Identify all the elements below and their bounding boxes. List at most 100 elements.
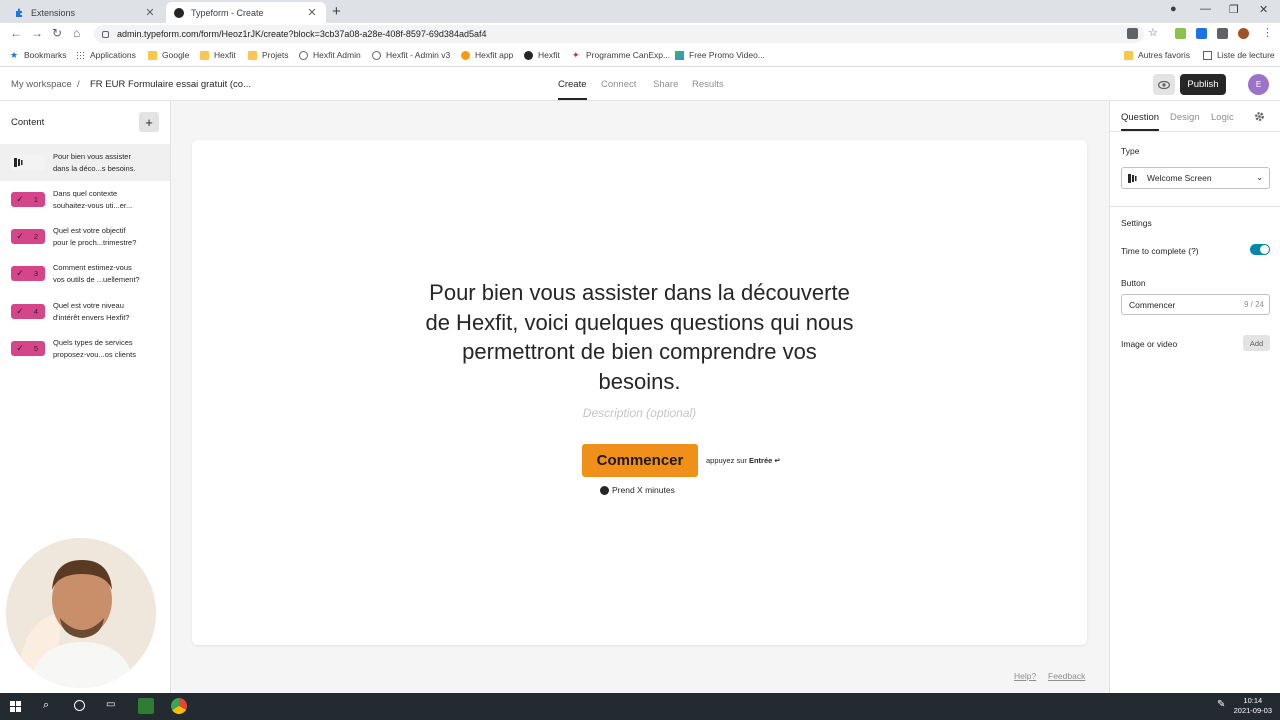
bookmark-item[interactable]: ✦ Programme CanExp... (572, 50, 670, 60)
extension-icon[interactable] (1196, 28, 1207, 39)
list-item[interactable]: ✓ 4 Quel est votre niveau d'intérêt envers… (0, 293, 170, 330)
app-icon[interactable] (138, 698, 154, 714)
divider (1110, 206, 1280, 207)
extension-icon[interactable] (1175, 28, 1186, 39)
breadcrumb-separator: / (77, 79, 80, 90)
list-item[interactable]: ✓ 1 Dans quel contexte souhaitez-vous uti.… (0, 181, 170, 218)
typeform-icon (174, 7, 184, 18)
bookmark-item[interactable]: Free Promo Video... (675, 50, 765, 60)
button-text-input[interactable]: Commencer 9 / 24 (1121, 294, 1270, 315)
reading-list-icon (1203, 50, 1212, 60)
checkmark-icon: ✓ (16, 194, 24, 204)
tab-share[interactable]: Share (653, 79, 678, 90)
list-item-text: Quels types de services proposez-vou...os… (53, 338, 136, 359)
puzzle-icon[interactable] (1217, 28, 1228, 39)
question-badge: ✓ 3 (11, 266, 45, 281)
type-value: Welcome Screen (1147, 173, 1212, 183)
address-bar[interactable]: admin.typeform.com/form/Heoz1rJK/create?… (94, 25, 1144, 43)
checkmark-icon: ✓ (16, 231, 24, 241)
add-media-button[interactable]: Add (1243, 335, 1270, 351)
welcome-title[interactable]: Pour bien vous assister dans la découver… (391, 278, 888, 396)
tab-title: Typeform - Create (191, 7, 264, 18)
more-icon[interactable]: ⋮ (1262, 26, 1273, 39)
minimize-button[interactable]: — (1200, 3, 1211, 15)
bookmark-item[interactable]: Hexfit app (461, 50, 513, 60)
task-view-icon[interactable]: ▭ (106, 699, 115, 710)
folder-icon (148, 50, 157, 60)
bookmark-item[interactable]: Applications (76, 50, 136, 60)
new-tab-button[interactable]: + (332, 3, 341, 20)
forward-icon[interactable]: → (31, 26, 43, 40)
bookmark-item[interactable]: Google (148, 50, 189, 60)
list-item-text: Quel est votre objectif pour le proch...t… (53, 226, 137, 247)
profile-avatar[interactable] (1238, 28, 1249, 39)
tab-question[interactable]: Question (1121, 112, 1160, 131)
folder-icon (248, 50, 257, 60)
tab-logic[interactable]: Logic (1211, 112, 1234, 123)
type-select[interactable]: Welcome Screen ⌄ (1121, 167, 1270, 189)
bookmark-item[interactable]: Hexfit (524, 50, 560, 60)
feedback-link[interactable]: Feedback (1048, 671, 1085, 681)
pen-icon[interactable]: ✎ (1217, 699, 1225, 710)
reading-list[interactable]: Liste de lecture (1203, 50, 1275, 60)
system-clock[interactable]: 10:14 2021-09-03 (1234, 696, 1272, 716)
description-placeholder[interactable]: Description (optional) (192, 406, 1087, 420)
help-link[interactable]: Help? (1014, 671, 1036, 681)
list-item-welcome[interactable]: Pour bien vous assister dans la déco...s… (0, 144, 170, 181)
star-icon[interactable]: ☆ (1148, 26, 1158, 39)
search-icon[interactable]: ⌕ (43, 699, 49, 712)
tab-connect[interactable]: Connect (601, 79, 636, 90)
reload-icon[interactable]: ↻ (52, 26, 62, 40)
bookmark-item[interactable]: Hexfit Admin (299, 50, 361, 60)
windows-start-icon[interactable] (10, 701, 21, 712)
list-item[interactable]: ✓ 2 Quel est votre objectif pour le proch.… (0, 218, 170, 255)
bookmark-item[interactable]: Hexfit - Admin v3 (372, 50, 450, 60)
gear-icon[interactable] (1254, 111, 1265, 122)
divider (1110, 131, 1280, 132)
camera-icon[interactable] (1127, 28, 1138, 39)
cortana-icon[interactable] (74, 700, 85, 711)
bookmark-other[interactable]: Autres favoris (1124, 50, 1190, 60)
keyboard-hint: appuyez sur Entrée ↵ (706, 456, 781, 465)
time-to-complete-toggle[interactable] (1250, 244, 1270, 255)
add-block-button[interactable]: + (139, 112, 159, 132)
welcome-screen-badge (11, 155, 45, 170)
bookmark-item[interactable]: ★ Bookmarks (10, 50, 67, 60)
start-button[interactable]: Commencer (582, 444, 698, 477)
list-item[interactable]: ✓ 3 Comment estimez-vous vos outils de ...… (0, 255, 170, 292)
tab-create[interactable]: Create (558, 79, 587, 100)
tab-design[interactable]: Design (1170, 112, 1200, 123)
form-name[interactable]: FR EUR Formulaire essai gratuit (co... (90, 79, 251, 90)
preview-button[interactable] (1153, 74, 1175, 95)
list-item-text: Dans quel contexte souhaitez-vous uti...e… (53, 189, 133, 210)
bookmark-item[interactable]: Projets (248, 50, 288, 60)
bookmark-item[interactable]: Hexfit (200, 50, 236, 60)
welcome-screen-card[interactable]: Pour bien vous assister dans la découver… (192, 140, 1087, 645)
close-icon[interactable]: ✕ (306, 6, 318, 19)
clock-icon (600, 485, 609, 495)
close-window-button[interactable]: ✕ (1259, 3, 1268, 16)
back-icon[interactable]: ← (10, 26, 22, 40)
settings-label: Settings (1121, 218, 1152, 228)
home-icon[interactable]: ⌂ (73, 26, 80, 40)
tab-results[interactable]: Results (692, 79, 724, 90)
breadcrumb-workspace[interactable]: My workspace (11, 79, 72, 90)
tab-typeform-create[interactable]: Typeform - Create ✕ (166, 2, 326, 23)
question-badge: ✓ 2 (11, 229, 45, 244)
close-icon[interactable]: ✕ (144, 6, 156, 19)
button-label: Button (1121, 278, 1146, 288)
tab-title: Extensions (31, 7, 76, 18)
list-item[interactable]: ✓ 5 Quels types de services proposez-vou..… (0, 330, 170, 367)
chrome-icon[interactable] (171, 698, 187, 714)
user-avatar[interactable]: E (1248, 74, 1269, 95)
eye-icon (1158, 80, 1170, 89)
browser-toolbar: ← → ↻ ⌂ admin.typeform.com/form/Heoz1rJK… (0, 23, 1280, 45)
webcam-overlay (6, 538, 156, 688)
hexfit-app-icon (461, 50, 470, 60)
tab-extensions[interactable]: Extensions ✕ (6, 2, 164, 23)
profile-menu-icon[interactable]: ● (1170, 3, 1177, 15)
globe-icon (372, 50, 381, 60)
restore-button[interactable]: ❐ (1229, 3, 1239, 16)
publish-button[interactable]: Publish (1180, 74, 1226, 95)
content-heading: Content (11, 117, 45, 128)
